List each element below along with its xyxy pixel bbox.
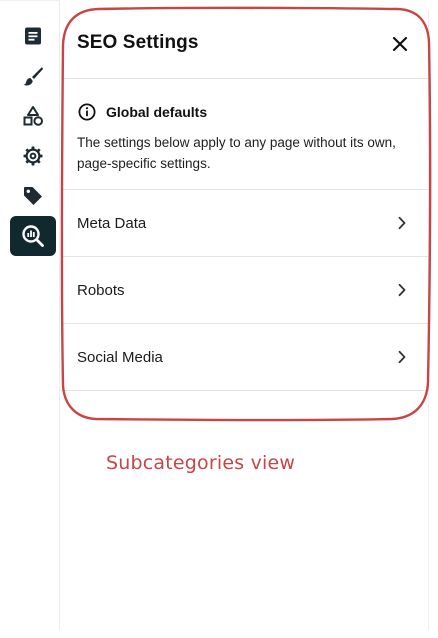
menu-item-meta-data[interactable]: Meta Data (61, 190, 429, 257)
menu-item-social-media[interactable]: Social Media (61, 324, 429, 391)
close-icon (392, 36, 408, 52)
sidebar-rail (0, 0, 60, 630)
close-button[interactable] (391, 35, 409, 53)
gear-icon (23, 146, 43, 166)
shapes-icon (23, 106, 44, 126)
brush-icon (23, 67, 43, 86)
menu-item-label: Social Media (77, 348, 163, 366)
chevron-right-icon (398, 283, 406, 297)
info-header: Global defaults (78, 103, 207, 121)
info-icon (78, 103, 96, 121)
seo-button[interactable] (10, 216, 56, 256)
panel-title: SEO Settings (77, 32, 199, 53)
info-title: Global defaults (106, 104, 208, 120)
menu-item-robots[interactable]: Robots (61, 257, 429, 324)
settings-button[interactable] (10, 136, 56, 176)
chevron-right-icon (398, 350, 406, 364)
panel-header: SEO Settings (61, 10, 429, 79)
document-button[interactable] (10, 16, 56, 56)
document-icon (25, 27, 41, 45)
tag-icon (24, 187, 42, 205)
seo-settings-panel: SEO Settings Global defaults The setting… (61, 10, 429, 630)
seo-search-icon (22, 225, 44, 247)
menu-item-label: Meta Data (77, 214, 147, 232)
annotation-label: Subcategories view (106, 452, 296, 474)
menu-item-label: Robots (77, 281, 125, 299)
app-root: SEO Settings Global defaults The setting… (0, 0, 438, 638)
elements-button[interactable] (10, 96, 56, 136)
brush-button[interactable] (10, 56, 56, 96)
tag-button[interactable] (10, 176, 56, 216)
info-description: The settings below apply to any page wit… (77, 135, 396, 171)
global-defaults-info: Global defaults The settings below apply… (61, 79, 429, 190)
chevron-right-icon (398, 216, 406, 230)
